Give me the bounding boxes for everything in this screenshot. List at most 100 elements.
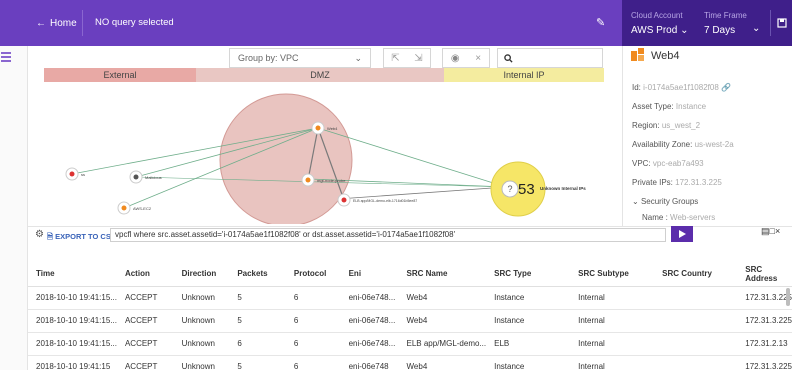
table-cell: eni-06e748... — [340, 286, 399, 310]
results-table: Time Action Direction Packets Protocol E… — [28, 262, 792, 370]
column-header[interactable]: Action — [116, 262, 174, 287]
layout-tools: ⇱ ⇲ — [383, 48, 431, 68]
table-cell: eni-06e748... — [340, 309, 399, 333]
table-scrollbar[interactable] — [786, 288, 790, 306]
column-header[interactable]: Packets — [229, 262, 286, 287]
vpc-value: vpc-eab7a493 — [652, 159, 704, 168]
time-frame-title: Time Frame — [704, 11, 747, 20]
link-icon[interactable]: 🔗 — [721, 83, 731, 92]
table-cell: 6 — [229, 332, 286, 356]
table-cell: Instance — [486, 286, 571, 310]
network-graph[interactable]: ss Malicious AWS-EC2 Web4 mgt-node-probe… — [28, 82, 622, 224]
export-csv-button[interactable]: 🗎 EXPORT TO CSV — [47, 231, 116, 244]
table-cell — [654, 332, 738, 356]
region-label: Region: — [632, 121, 660, 130]
search-input[interactable] — [497, 48, 603, 68]
az-value: us-west-2a — [694, 140, 734, 149]
run-query-button[interactable] — [671, 226, 693, 242]
asset-type-field: Asset Type: Instance — [632, 102, 706, 111]
column-header[interactable]: SRC Subtype — [570, 262, 655, 287]
column-header[interactable]: Time — [28, 262, 117, 287]
chevron-down-icon: ⌄ — [680, 25, 689, 36]
table-cell: Internal — [570, 332, 655, 356]
cloud-account-title: Cloud Account — [631, 11, 683, 20]
save-icon — [776, 18, 787, 28]
group-by-select[interactable]: Group by: VPC ⌄ — [229, 48, 371, 68]
asset-type-label: Asset Type: — [632, 102, 674, 111]
left-rail — [0, 46, 28, 370]
table-cell: Instance — [486, 309, 571, 333]
table-cell — [654, 286, 738, 310]
table-cell: 172.31.3.225 — [737, 309, 792, 333]
table-cell: 2018-10-10 19:41:15... — [28, 309, 117, 333]
column-header[interactable]: Direction — [173, 262, 230, 287]
home-label: Home — [50, 17, 77, 29]
asset-id-field: Id: i-0174a5ae1f1082f08 🔗 — [632, 83, 731, 92]
vpc-label: VPC: — [632, 159, 651, 168]
chevron-down-icon[interactable]: ⌄ — [752, 23, 760, 34]
table-cell: ACCEPT — [116, 286, 174, 310]
table-row[interactable]: 2018-10-10 19:41:15 ACCEPT Unknown 5 6 e… — [28, 355, 792, 370]
az-field: Availability Zone: us-west-2a — [632, 140, 734, 149]
table-cell: Unknown — [173, 355, 230, 370]
table-cell: eni-06e748 — [340, 355, 399, 370]
table-cell — [654, 355, 738, 370]
save-button[interactable] — [770, 10, 792, 36]
table-row[interactable]: 2018-10-10 19:41:15... ACCEPT Unknown 5 … — [28, 309, 792, 333]
close-icon[interactable]: × — [775, 226, 780, 236]
zone-dmz: DMZ — [196, 68, 444, 82]
security-groups-label: Security Groups — [640, 197, 699, 206]
account-panel — [622, 0, 792, 46]
table-cell: ACCEPT — [116, 332, 174, 356]
table-cell: 5 — [229, 355, 286, 370]
menu-icon[interactable] — [1, 52, 11, 62]
private-ips-field: Private IPs: 172.31.3.225 — [632, 178, 722, 187]
graph-node-label: ELB app/MGL-demo-elb-1716d01b5ee87 — [353, 199, 417, 203]
time-frame-select[interactable]: 7 Days — [704, 25, 735, 36]
gear-icon[interactable]: ⚙ — [35, 229, 44, 240]
column-header[interactable]: Eni — [340, 262, 399, 287]
export-csv-label: EXPORT TO CSV — [55, 232, 116, 241]
arrow-left-icon: ← — [36, 17, 46, 29]
globe-icon[interactable]: ◉ — [451, 53, 460, 64]
group-by-label: Group by: VPC — [238, 53, 299, 63]
table-cell: Web4 — [398, 309, 487, 333]
az-label: Availability Zone: — [632, 140, 693, 149]
column-header[interactable]: SRC Type — [486, 262, 571, 287]
collapse-icon[interactable]: ⇲ — [414, 53, 422, 64]
home-button[interactable]: ← Home — [28, 10, 83, 36]
table-cell: Internal — [570, 355, 655, 370]
pencil-icon[interactable]: ✎ — [596, 16, 605, 29]
expand-icon[interactable]: ⇱ — [391, 53, 399, 64]
table-cell: 2018-10-10 19:41:15... — [28, 286, 117, 310]
cluster-label: Unknown Internal IPs — [540, 186, 586, 191]
security-groups-toggle[interactable]: ⌄ Security Groups — [632, 197, 698, 206]
table-cell: Internal — [570, 286, 655, 310]
table-cell: 2018-10-10 19:41:15 — [28, 355, 117, 370]
cloud-account-select[interactable]: AWS Prod ⌄ — [631, 25, 688, 36]
graph-node-label: AWS-EC2 — [133, 206, 152, 211]
view-tools: ◉ × — [442, 48, 490, 68]
table-cell: 6 — [285, 332, 341, 356]
column-header[interactable]: SRC Name — [398, 262, 487, 287]
chevron-down-icon: ⌄ — [354, 52, 362, 63]
instance-icon — [631, 48, 644, 61]
zone-internal: Internal IP — [444, 68, 604, 82]
column-header[interactable]: Protocol — [285, 262, 341, 287]
table-row[interactable]: 2018-10-10 19:41:15... ACCEPT Unknown 6 … — [28, 332, 792, 356]
column-header[interactable]: SRC Address — [737, 262, 792, 287]
table-cell: ACCEPT — [116, 355, 174, 370]
close-icon[interactable]: × — [475, 53, 481, 64]
graph-node-label: Malicious — [145, 175, 162, 180]
asset-id-label: Id: — [632, 83, 641, 92]
query-input[interactable]: vpcfl where src.asset.assetid='i-0174a5a… — [110, 228, 666, 242]
private-ips-label: Private IPs: — [632, 178, 673, 187]
column-header[interactable]: SRC Country — [654, 262, 738, 287]
table-header-row: Time Action Direction Packets Protocol E… — [28, 262, 792, 287]
private-ips-value: 172.31.3.225 — [675, 178, 722, 187]
table-row[interactable]: 2018-10-10 19:41:15... ACCEPT Unknown 5 … — [28, 286, 792, 310]
table-cell: Unknown — [173, 309, 230, 333]
minimize-icon[interactable]: ▤ — [761, 226, 770, 236]
table-cell: 172.31.2.13 — [737, 332, 792, 356]
graph-node-label: ss — [81, 172, 85, 177]
